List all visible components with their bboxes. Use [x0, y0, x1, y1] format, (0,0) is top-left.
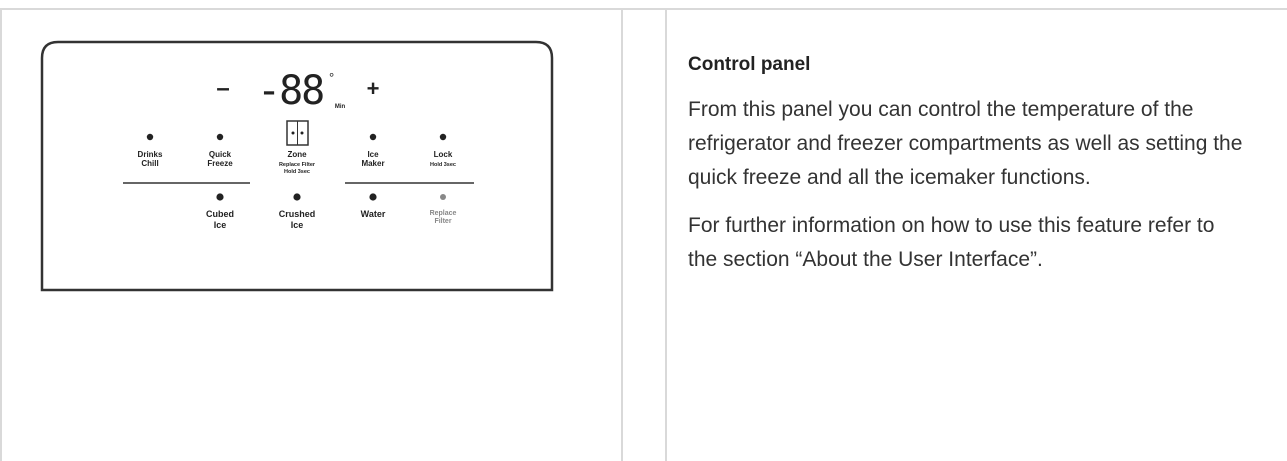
crushed-ice-button[interactable]: Crushed Ice — [279, 209, 316, 230]
svg-text:Lock: Lock — [434, 150, 453, 159]
svg-text:Hold 3sec: Hold 3sec — [284, 169, 310, 175]
svg-text:Quick: Quick — [209, 150, 232, 159]
section-heading: Control panel — [688, 54, 811, 75]
svg-text:Filter: Filter — [434, 218, 451, 225]
plus-button[interactable]: + — [367, 76, 380, 101]
svg-text:Hold 3sec: Hold 3sec — [430, 162, 456, 168]
paragraph-description: From this panel you can control the temp… — [688, 97, 1243, 189]
svg-text:Chill: Chill — [141, 159, 158, 168]
paragraph-reference: For further information on how to use th… — [688, 213, 1215, 271]
svg-text:Maker: Maker — [361, 159, 384, 168]
zone-button[interactable]: Zone Replace Filter Hold 3sec — [279, 150, 316, 175]
quick-freeze-button[interactable]: Quick Freeze — [207, 150, 233, 168]
column-divider-middle — [621, 10, 623, 461]
minus-button[interactable]: – — [216, 75, 229, 102]
lock-button[interactable]: Lock Hold 3sec — [430, 150, 456, 168]
svg-text:Crushed: Crushed — [279, 209, 316, 219]
temperature-display: -88 — [257, 68, 323, 114]
cubed-ice-button[interactable]: Cubed Ice — [206, 209, 234, 230]
display-unit: Min — [335, 104, 346, 110]
fridge-icon-handle-left — [291, 131, 295, 135]
control-panel-figure: – -88 ° Min + Drinks Chill Quick Freeze … — [40, 40, 554, 292]
ice-maker-indicator — [369, 133, 377, 141]
water-button[interactable]: Water — [361, 209, 386, 219]
drinks-chill-indicator — [146, 133, 154, 141]
ice-maker-button[interactable]: Ice Maker — [361, 150, 384, 168]
article-text: Control panel From this panel you can co… — [688, 50, 1268, 277]
svg-text:Ice: Ice — [291, 220, 304, 230]
control-panel-illustration: – -88 ° Min + Drinks Chill Quick Freeze … — [40, 40, 554, 292]
quick-freeze-indicator — [216, 133, 224, 141]
degree-symbol: ° — [329, 70, 334, 85]
water-indicator — [369, 193, 377, 201]
replace-filter-indicator — [440, 194, 446, 200]
drinks-chill-button[interactable]: Drinks Chill — [138, 150, 163, 168]
svg-text:Cubed: Cubed — [206, 209, 234, 219]
replace-filter-label: Replace Filter — [430, 210, 457, 225]
svg-text:Drinks: Drinks — [138, 150, 163, 159]
lock-indicator — [439, 133, 447, 141]
cubed-ice-indicator — [216, 193, 224, 201]
svg-text:Replace Filter: Replace Filter — [279, 162, 316, 168]
svg-text:Replace: Replace — [430, 210, 457, 217]
svg-text:Freeze: Freeze — [207, 159, 233, 168]
crushed-ice-indicator — [293, 193, 301, 201]
svg-text:Ice: Ice — [214, 220, 227, 230]
svg-text:Water: Water — [361, 209, 386, 219]
fridge-icon-handle-right — [300, 131, 304, 135]
svg-text:Zone: Zone — [287, 150, 307, 159]
svg-text:Ice: Ice — [367, 150, 379, 159]
top-rule — [0, 8, 1287, 10]
column-divider-left — [0, 10, 2, 461]
column-divider-right — [665, 10, 667, 461]
